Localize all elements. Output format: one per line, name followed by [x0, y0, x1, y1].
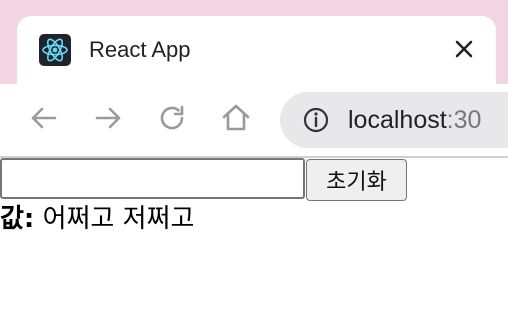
url-port: :30 [446, 106, 482, 134]
value-display: 값: 어쩌고 저쩌고 [0, 202, 194, 236]
forward-arrow-icon[interactable] [91, 101, 125, 135]
react-logo-icon [39, 34, 71, 66]
value-text: 어쩌고 저쩌고 [42, 204, 195, 234]
reset-button[interactable]: 초기화 [306, 159, 407, 201]
value-input[interactable] [0, 158, 305, 199]
back-arrow-icon[interactable] [27, 101, 61, 135]
home-icon[interactable] [219, 101, 253, 135]
tab-react-app[interactable]: React App [17, 16, 496, 92]
info-icon[interactable] [302, 106, 330, 134]
browser-toolbar: localhost:30 [0, 84, 508, 156]
reload-icon[interactable] [155, 101, 189, 135]
url-host: localhost [348, 106, 447, 134]
value-label: 값: [0, 204, 35, 234]
tab-title: React App [89, 37, 191, 62]
address-bar[interactable]: localhost:30 [280, 92, 508, 148]
page-content: 초기화 값: 어쩌고 저쩌고 [0, 158, 508, 332]
url-text[interactable]: localhost:30 [348, 105, 481, 135]
tab-strip: React App [0, 0, 508, 92]
browser-window: React App localhost:30 초기화 값: 어쩌고 저쩌고 [0, 0, 508, 332]
close-icon[interactable] [451, 36, 477, 62]
